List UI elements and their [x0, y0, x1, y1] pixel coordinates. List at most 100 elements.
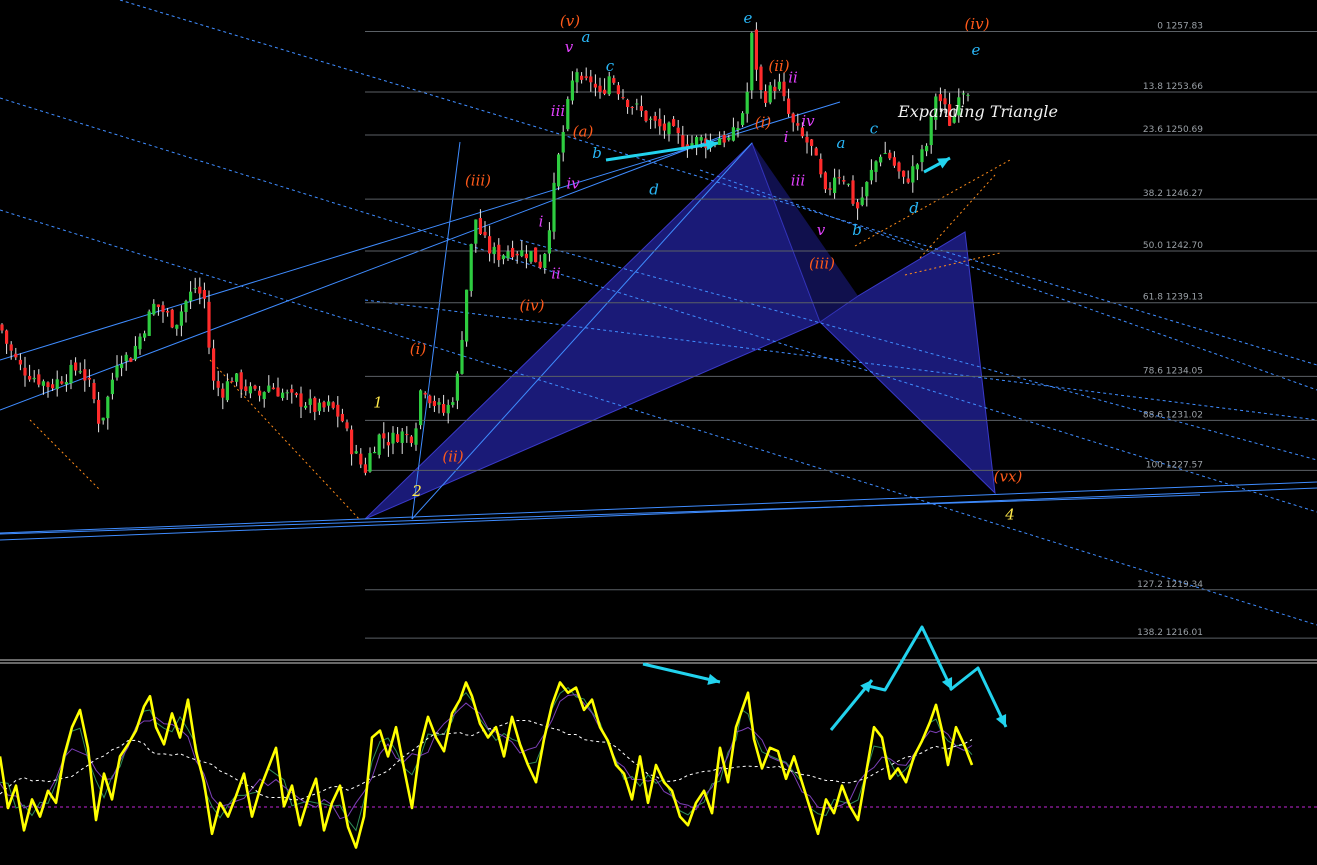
bull-candle [400, 431, 404, 443]
bear-candle [851, 180, 855, 204]
bear-candle [46, 382, 50, 388]
bear-candle [87, 377, 91, 380]
bull-candle [833, 177, 837, 194]
wave-label: iv [566, 175, 580, 193]
fib-level-label: 88.6 1231.02 [1143, 410, 1203, 420]
bear-candle [764, 91, 768, 103]
bear-candle [340, 413, 344, 422]
wave-label: (i) [410, 340, 427, 358]
bull-candle [262, 392, 266, 400]
bear-candle [382, 433, 386, 439]
bull-candle [874, 161, 878, 172]
wave-label: e [972, 41, 981, 59]
bear-candle [759, 66, 763, 91]
wave-label: a [582, 28, 591, 46]
bear-candle [902, 170, 906, 177]
oscillator-arrow-down-head [707, 673, 720, 685]
bear-candle [612, 78, 616, 83]
bear-candle [207, 301, 211, 348]
oscillator-panel [0, 681, 1317, 849]
bull-candle [883, 153, 887, 155]
wave-label: iv [801, 112, 815, 130]
bull-candle [354, 451, 358, 454]
bull-candle [607, 76, 611, 95]
wave-guide-line [209, 359, 361, 521]
bear-candle [791, 113, 795, 123]
bull-candle [506, 251, 510, 259]
wave-label: a [837, 134, 846, 152]
bear-candle [258, 390, 262, 396]
elliott-wave-chart[interactable]: 0 1257.83 13.8 1253.66 23.6 1250.69 38.2 12… [0, 0, 1317, 861]
bull-candle [566, 99, 570, 130]
bull-candle [474, 219, 478, 244]
bear-candle [28, 375, 32, 380]
bear-candle [276, 387, 280, 397]
bull-candle [520, 250, 524, 257]
bear-candle [230, 381, 234, 383]
bear-candle [239, 372, 243, 390]
bear-candle [823, 172, 827, 190]
bull-candle [373, 451, 377, 454]
chart-canvas[interactable]: 0 1257.83 13.8 1253.66 23.6 1250.69 38.2 12… [0, 0, 1317, 861]
bear-candle [538, 261, 542, 268]
bull-candle [465, 289, 469, 342]
bear-candle [216, 381, 220, 388]
wave-label: 2 [411, 482, 422, 500]
bear-candle [810, 139, 814, 146]
wave-label: iii [551, 102, 566, 120]
bear-candle [409, 436, 413, 443]
bear-candle [589, 76, 593, 83]
bull-candle [699, 137, 703, 141]
wave-label: b [852, 221, 862, 239]
wave-label: (a) [573, 122, 594, 140]
bear-candle [60, 381, 64, 384]
bull-candle [649, 118, 653, 120]
bull-candle [561, 132, 565, 153]
bull-candle [377, 434, 381, 455]
bear-candle [842, 180, 846, 182]
wave-label: b [592, 144, 602, 162]
bear-candle [322, 402, 326, 408]
bull-candle [547, 230, 551, 254]
bull-candle [865, 181, 869, 197]
fib-level-label: 0 1257.83 [1157, 21, 1203, 31]
wave-label: 4 [1004, 505, 1015, 523]
bull-candle [915, 164, 919, 170]
bull-candle [460, 339, 464, 374]
bull-candle [635, 103, 639, 105]
fib-level-label: 61.8 1239.13 [1143, 293, 1203, 303]
bull-candle [911, 166, 915, 183]
bear-candle [442, 404, 446, 413]
channel-line [0, 481, 1317, 534]
bear-candle [253, 385, 257, 389]
bull-candle [179, 311, 183, 326]
bear-candle [621, 97, 625, 99]
oscillator-main-line [0, 681, 974, 849]
bull-candle [469, 244, 473, 291]
bull-candle [225, 381, 229, 401]
bull-candle [193, 288, 197, 290]
bull-candle [879, 156, 883, 163]
bear-candle [221, 388, 225, 398]
bull-candle [281, 392, 285, 398]
bear-candle [639, 106, 643, 111]
bear-candle [856, 202, 860, 209]
bear-candle [51, 384, 55, 389]
bull-candle [368, 453, 372, 472]
bull-candle [731, 127, 735, 141]
bull-candle [966, 94, 970, 96]
bear-candle [299, 393, 303, 407]
bull-candle [78, 371, 82, 373]
bear-candle [837, 177, 841, 179]
bull-candle [575, 72, 579, 83]
bull-candle [718, 138, 722, 145]
wave-label: iii [791, 172, 806, 190]
bear-candle [616, 85, 620, 95]
bull-candle [846, 183, 850, 185]
bull-candle [446, 404, 450, 414]
bear-candle [37, 374, 41, 385]
fib-level-label: 13.8 1253.66 [1143, 82, 1203, 92]
wave-label: c [870, 119, 879, 137]
bear-candle [892, 157, 896, 166]
wave-label: d [909, 199, 919, 217]
